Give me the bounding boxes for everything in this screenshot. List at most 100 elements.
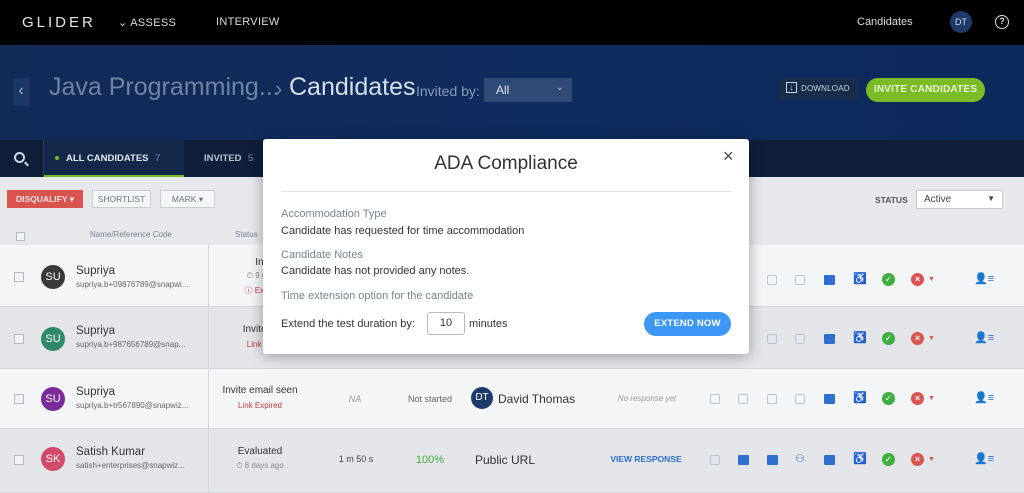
avatar: SU [41, 265, 65, 289]
inviter-avatar: DT [471, 387, 493, 409]
page-title: Candidates [289, 73, 416, 101]
avatar: SU [41, 327, 65, 351]
document-icon[interactable] [710, 394, 720, 404]
minutes-label: minutes [469, 318, 508, 330]
candidate-status: Evaluated [237, 446, 283, 457]
response-status: No response yet [617, 394, 677, 403]
profile-icon[interactable]: 👤≡ [974, 331, 994, 344]
status-filter-label: STATUS [875, 195, 908, 205]
candidate-email: supriya.b+987656789@snap... [76, 340, 186, 349]
record-icon[interactable] [767, 394, 777, 404]
nav-assess-label: ASSESS [130, 17, 177, 29]
close-icon[interactable]: × [911, 392, 924, 405]
candidate-name[interactable]: Supriya [76, 386, 115, 398]
star-icon[interactable] [738, 394, 748, 404]
profile-icon[interactable]: 👤≡ [974, 391, 994, 404]
star-icon[interactable] [738, 455, 749, 465]
caret-down-icon[interactable]: ▼ [928, 456, 935, 463]
document-icon[interactable] [710, 455, 720, 465]
check-icon[interactable]: ✓ [882, 453, 895, 466]
accessibility-icon[interactable]: ♿ [853, 331, 867, 344]
caret-down-icon[interactable]: ▼ [928, 335, 935, 342]
help-icon[interactable]: ? [995, 15, 1009, 29]
nav-candidates[interactable]: Candidates [857, 16, 913, 28]
close-icon[interactable]: × [911, 273, 924, 286]
avatar: SK [41, 447, 65, 471]
share-icon[interactable] [795, 334, 805, 344]
candidate-notes-label: Candidate Notes [281, 249, 363, 261]
candidate-status: Invite email seen [222, 385, 298, 396]
mark-button[interactable]: MARK ▾ [160, 190, 215, 208]
download-icon: ↓ [786, 82, 797, 93]
profile-icon[interactable]: 👤≡ [974, 452, 994, 465]
test-score: Not started [407, 394, 453, 404]
test-duration: 1 m 50 s [338, 454, 374, 464]
tab-all-candidates[interactable]: ALL CANDIDATES 7 [44, 140, 184, 177]
caret-down-icon[interactable]: ▼ [928, 276, 935, 283]
accommodation-type-value: Candidate has requested for time accommo… [281, 225, 525, 237]
record-icon[interactable] [767, 334, 777, 344]
accessibility-icon[interactable]: ♿ [853, 272, 867, 285]
row-checkbox[interactable] [14, 272, 24, 282]
user-avatar[interactable]: DT [950, 11, 972, 33]
record-icon[interactable] [767, 455, 778, 465]
calendar-icon[interactable] [824, 275, 835, 285]
check-icon[interactable]: ✓ [882, 392, 895, 405]
candidate-name[interactable]: Supriya [76, 325, 115, 337]
page-header: ‹ Java Programming... › Candidates Invit… [0, 45, 1024, 140]
breadcrumb-parent[interactable]: Java Programming... [49, 73, 280, 102]
calendar-icon[interactable] [824, 455, 835, 465]
calendar-icon[interactable] [824, 394, 835, 404]
candidate-email: supriya.b+09876789@snapwi... [76, 280, 189, 289]
row-checkbox[interactable] [14, 334, 24, 344]
status-link-expired: Link Expired [237, 401, 283, 410]
caret-down-icon[interactable]: ▼ [928, 395, 935, 402]
user-icon[interactable]: ⚇ [795, 452, 805, 465]
share-icon[interactable] [795, 275, 805, 285]
extend-now-button[interactable]: EXTEND NOW [644, 312, 731, 336]
nav-interview[interactable]: INTERVIEW [216, 16, 280, 28]
disqualify-button[interactable]: DISQUALIFY ▾ [7, 190, 83, 208]
candidate-name[interactable]: Satish Kumar [76, 446, 145, 458]
candidate-email: supriya.b+tr567890@snapwiz... [76, 401, 189, 410]
record-icon[interactable] [767, 275, 777, 285]
inviter-name: David Thomas [498, 392, 576, 406]
invite-candidates-button[interactable]: INVITE CANDIDATES [866, 78, 985, 102]
extend-duration-label: Extend the test duration by: [281, 318, 415, 330]
nav-assess[interactable]: ⌄ ASSESS [118, 16, 176, 29]
tab-all-count: 7 [155, 153, 161, 164]
share-icon[interactable] [795, 394, 805, 404]
divider [281, 191, 731, 192]
close-icon[interactable]: × [911, 453, 924, 466]
chevron-down-icon: ⌄ [555, 82, 564, 93]
select-all-checkbox[interactable] [16, 232, 25, 241]
close-icon[interactable]: × [723, 146, 734, 167]
status-filter-select[interactable]: Active ▼ [916, 190, 1003, 209]
view-response-link[interactable]: VIEW RESPONSE [607, 454, 685, 464]
accessibility-icon[interactable]: ♿ [853, 452, 867, 465]
calendar-icon[interactable] [824, 334, 835, 344]
invited-by-select[interactable]: All ⌄ [484, 78, 572, 102]
tab-all-label: ALL CANDIDATES [66, 153, 149, 164]
download-button[interactable]: ↓ DOWNLOAD [779, 78, 858, 100]
candidate-name[interactable]: Supriya [76, 265, 115, 277]
row-checkbox[interactable] [14, 394, 24, 404]
search-icon[interactable] [14, 152, 25, 163]
profile-icon[interactable]: 👤≡ [974, 272, 994, 285]
tab-invited[interactable]: INVITED [204, 153, 241, 164]
breadcrumb-separator: › [275, 76, 283, 101]
app-logo[interactable]: GLIDER [22, 14, 96, 31]
close-icon[interactable]: × [911, 332, 924, 345]
active-dot [55, 156, 59, 160]
accessibility-icon[interactable]: ♿ [853, 391, 867, 404]
column-header-name: Name/Reference Code [90, 230, 172, 239]
check-icon[interactable]: ✓ [882, 332, 895, 345]
test-score: 100% [415, 454, 445, 466]
top-nav: GLIDER ⌄ ASSESS INTERVIEW Candidates DT … [0, 0, 1024, 45]
shortlist-button[interactable]: SHORTLIST [92, 190, 151, 208]
candidate-email: satish+enterprises@snapwiz... [76, 461, 185, 470]
check-icon[interactable]: ✓ [882, 273, 895, 286]
back-button[interactable]: ‹ [13, 78, 29, 106]
row-checkbox[interactable] [14, 455, 24, 465]
extend-duration-input[interactable]: 10 [427, 312, 465, 335]
